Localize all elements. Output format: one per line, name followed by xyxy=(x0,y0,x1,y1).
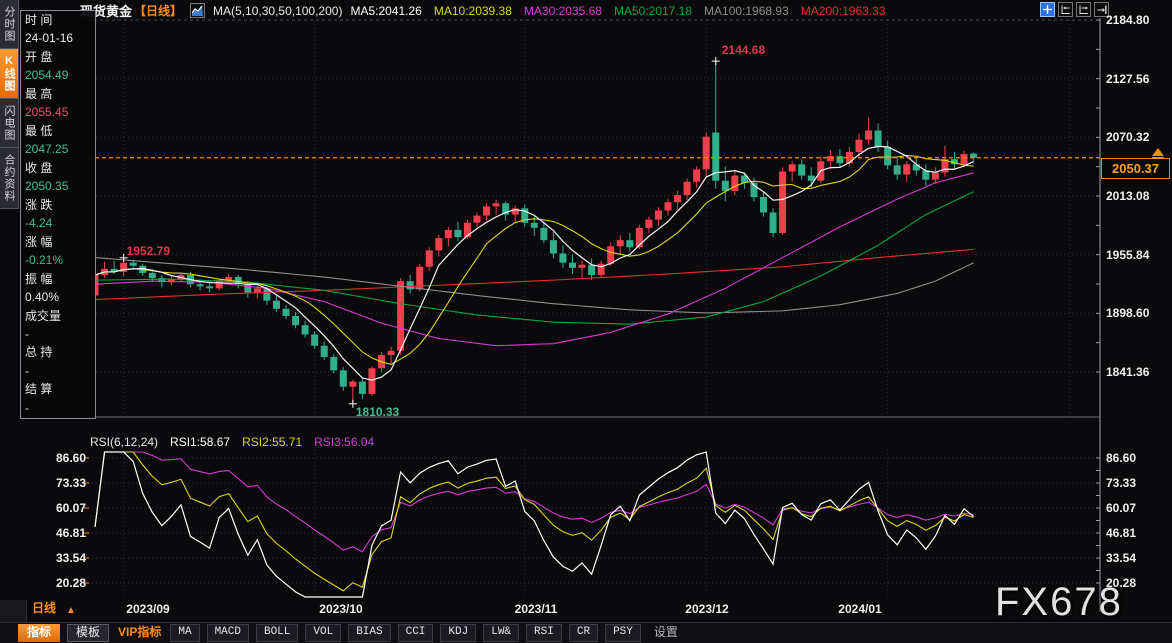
chart-type-icon[interactable] xyxy=(190,3,205,18)
rsi-axis-label-right: 73.33 xyxy=(1106,476,1136,490)
crosshair-icon[interactable] xyxy=(1040,2,1055,17)
toolbar-button-模板[interactable]: 模板 xyxy=(67,624,109,642)
sidebar-tab-分时图[interactable]: 分时图 xyxy=(0,0,18,49)
price-axis-label: 2013.08 xyxy=(1106,189,1149,203)
info-value: 0.40% xyxy=(25,291,93,304)
ma-values: MA5:2041.26 MA10:2039.38 MA30:2035.68 MA50:… xyxy=(350,4,885,18)
info-label: 涨 跌 xyxy=(25,199,93,212)
rsi-value: RSI2:55.71 xyxy=(242,435,302,449)
indicator-toolbar: 指标模板 VIP指标 MA MACD BOLL VOL BIAS CCI KDJ LW&RSI CR… xyxy=(0,622,1172,643)
chart-canvas[interactable] xyxy=(0,0,1172,643)
period-tag: 【日线】 xyxy=(134,2,182,19)
rsi-axis-label-right: 20.28 xyxy=(1106,576,1136,590)
info-label: 结 算 xyxy=(25,383,93,396)
toolbar-button-设置[interactable]: 设置 xyxy=(648,625,684,641)
info-value: - xyxy=(25,402,93,415)
ma-value: MA10:2039.38 xyxy=(434,4,512,18)
price-axis-label: 2070.32 xyxy=(1106,130,1149,144)
period-selector[interactable]: 日线 xyxy=(32,599,56,616)
sidebar-tab-闪电图[interactable]: 闪电图 xyxy=(0,99,18,148)
rsi-header: RSI(6,12,24) RSI1:58.67 RSI2:55.71 RSI3:56… xyxy=(90,435,374,449)
high-annotation: 2144.68 xyxy=(722,43,765,57)
sidebar-tab-合约资料[interactable]: 合约资料 xyxy=(0,148,18,209)
scroll-left-edge-icon[interactable] xyxy=(1058,2,1073,17)
date-label: 2024/01 xyxy=(828,602,892,616)
toolbar-button-CCI[interactable]: CCI xyxy=(398,624,434,642)
toolbar-button-PSY[interactable]: PSY xyxy=(605,624,641,642)
left-tab-strip: 分时图K线图闪电图合约资料 xyxy=(0,0,19,209)
info-label: 开 盘 xyxy=(25,51,93,64)
sidebar-tab-active-K线图[interactable]: K线图 xyxy=(0,49,18,99)
toolbar-button-CR[interactable]: CR xyxy=(569,624,598,642)
scroll-right-edge-icon[interactable] xyxy=(1076,2,1091,17)
toolbar-button-BIAS[interactable]: BIAS xyxy=(348,624,390,642)
rsi-axis-label-right: 60.07 xyxy=(1106,501,1136,515)
info-label: 成交量 xyxy=(25,310,93,323)
info-label: 涨 幅 xyxy=(25,236,93,249)
watermark: FX678 xyxy=(995,580,1123,625)
toolbar-button-指标[interactable]: 指标 xyxy=(18,624,60,642)
info-value: 2050.35 xyxy=(25,180,93,193)
price-axis-label: 1898.60 xyxy=(1106,306,1149,320)
toolbar-button-VIP指标[interactable]: VIP指标 xyxy=(116,625,163,641)
rsi-axis-label-left: 86.60 xyxy=(48,451,86,465)
swing-high-annotation: 1952.79 xyxy=(127,244,170,258)
price-axis-label: 2184.80 xyxy=(1106,13,1149,27)
ma-group-label: MA(5,10,30,50,100,200) xyxy=(213,4,342,18)
date-label: 2023/12 xyxy=(675,602,739,616)
rsi-axis-label-left: 60.07 xyxy=(48,501,86,515)
date-label: 2023/10 xyxy=(309,602,373,616)
info-value: - xyxy=(25,328,93,341)
toolbar-button-VOL[interactable]: VOL xyxy=(305,624,341,642)
rsi-axis-label-right: 86.60 xyxy=(1106,451,1136,465)
quote-info-panel: 时 间 24-01-16 开 盘 2054.49 最 高 2055.45 最 低 2047.2… xyxy=(20,10,96,419)
info-value: 2054.49 xyxy=(25,69,93,82)
rsi-axis-label-left: 73.33 xyxy=(48,476,86,490)
header-icons xyxy=(1040,2,1109,17)
info-value: 24-01-16 xyxy=(25,32,93,45)
low-annotation: 1810.33 xyxy=(356,405,399,419)
info-label: 总 持 xyxy=(25,346,93,359)
date-label: 2023/09 xyxy=(116,602,180,616)
current-price-tag: 2050.37 xyxy=(1101,158,1170,179)
rsi-axis-label-right: 46.81 xyxy=(1106,526,1136,540)
price-axis-label: 2127.56 xyxy=(1106,72,1149,86)
rsi-value: RSI1:58.67 xyxy=(170,435,230,449)
rsi-value: RSI3:56.04 xyxy=(314,435,374,449)
info-label: 收 盘 xyxy=(25,162,93,175)
rsi-axis-label-left: 20.28 xyxy=(48,576,86,590)
chart-header: 现货黄金 【日线】 MA(5,10,30,50,100,200) MA5:204… xyxy=(80,1,886,20)
toolbar-button-LW&[interactable]: LW& xyxy=(483,624,519,642)
rsi-axis-label-left: 33.54 xyxy=(48,551,86,565)
gold-trading-chart-app: 分时图K线图闪电图合约资料 现货黄金 【日线】 MA(5,10,30,50,10… xyxy=(0,0,1172,643)
ma-value: MA50:2017.18 xyxy=(614,4,692,18)
ma-value: MA30:2035.68 xyxy=(524,4,602,18)
ma-value: MA200:1963.33 xyxy=(801,4,886,18)
toolbar-button-MACD[interactable]: MACD xyxy=(207,624,249,642)
toolbar-button-BOLL[interactable]: BOLL xyxy=(256,624,298,642)
ma-value: MA5:2041.26 xyxy=(350,4,421,18)
price-axis-label: 1955.84 xyxy=(1106,248,1149,262)
rsi-axis-label-left: 46.81 xyxy=(48,526,86,540)
rsi-title: RSI(6,12,24) xyxy=(90,435,158,449)
date-label: 2023/11 xyxy=(504,602,568,616)
period-arrow-icon[interactable]: ▲ xyxy=(66,605,76,616)
info-label: 最 高 xyxy=(25,88,93,101)
info-value: - xyxy=(25,365,93,378)
info-label: 最 低 xyxy=(25,125,93,138)
info-value: 2047.25 xyxy=(25,143,93,156)
toolbar-button-RSI[interactable]: RSI xyxy=(526,624,562,642)
price-axis-label: 1841.36 xyxy=(1106,365,1149,379)
rsi-axis-label-right: 33.54 xyxy=(1106,551,1136,565)
info-value: -0.21% xyxy=(25,254,93,267)
info-label: 时 间 xyxy=(25,14,93,27)
ma-value: MA100:1968.93 xyxy=(704,4,789,18)
info-value: 2055.45 xyxy=(25,106,93,119)
toolbar-button-KDJ[interactable]: KDJ xyxy=(440,624,476,642)
info-value: -4.24 xyxy=(25,217,93,230)
rsi-values: RSI1:58.67 RSI2:55.71 RSI3:56.04 xyxy=(170,435,374,449)
toolbar-button-MA[interactable]: MA xyxy=(170,624,199,642)
info-label: 振 幅 xyxy=(25,273,93,286)
